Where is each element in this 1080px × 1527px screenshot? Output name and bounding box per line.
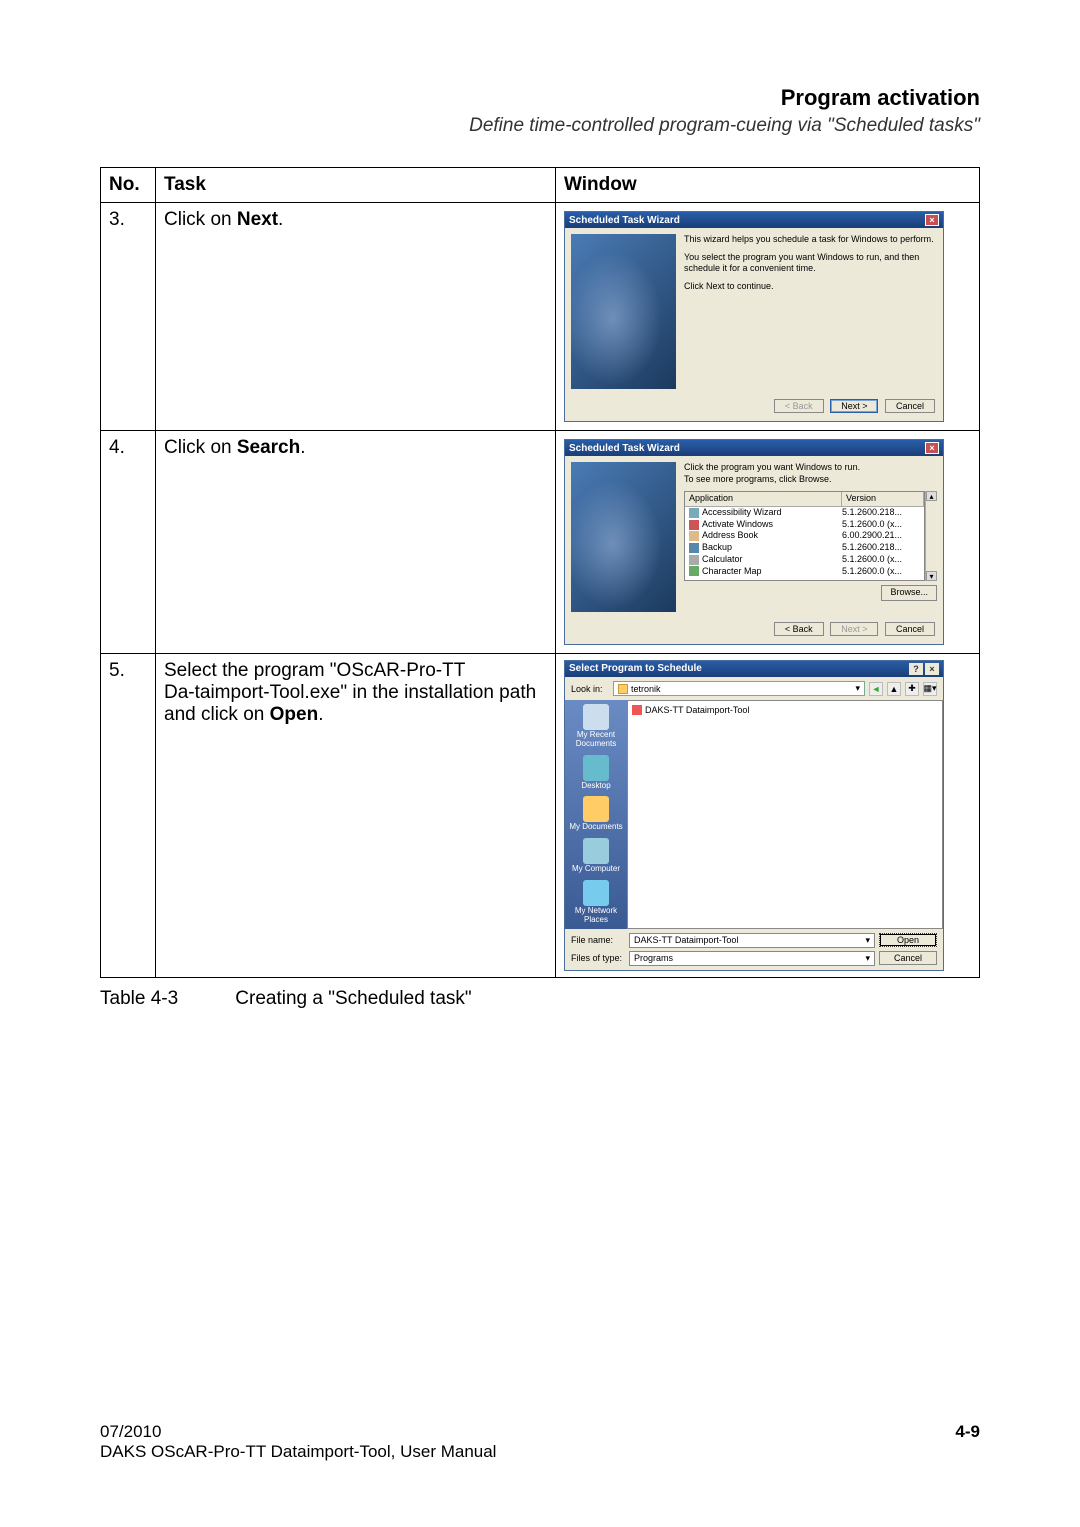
- exe-icon: [632, 705, 642, 715]
- col-task: Task: [156, 168, 556, 203]
- cancel-button[interactable]: Cancel: [885, 399, 935, 413]
- page-number: 4-9: [955, 1422, 980, 1462]
- dialog-title: Scheduled Task Wizard: [569, 215, 680, 226]
- page-footer: 07/2010 DAKS OScAR-Pro-TT Dataimport-Too…: [100, 1422, 980, 1462]
- table-row: 3. Click on Next. Scheduled Task Wizard …: [101, 203, 980, 431]
- back-button: < Back: [774, 399, 824, 413]
- filetype-dropdown[interactable]: Programs▾: [629, 951, 875, 966]
- filetype-label: Files of type:: [571, 953, 625, 963]
- scroll-down-icon[interactable]: ▾: [926, 571, 937, 581]
- step-no: 5.: [101, 654, 156, 978]
- open-button[interactable]: Open: [879, 933, 937, 947]
- next-button[interactable]: Next >: [830, 399, 878, 413]
- col-application: Application: [685, 492, 842, 506]
- scrollbar[interactable]: ▴▾: [925, 491, 937, 581]
- dialog-titlebar: Scheduled Task Wizard ×: [565, 440, 943, 456]
- step-window: Scheduled Task Wizard × Click the progra…: [556, 431, 980, 654]
- close-icon[interactable]: ×: [925, 214, 939, 226]
- app-icon: [689, 531, 699, 541]
- places-item[interactable]: My Network Places: [567, 880, 625, 925]
- desktop-icon: [583, 755, 609, 781]
- wizard-text: This wizard helps you schedule a task fo…: [684, 234, 937, 246]
- program-list[interactable]: Application Version Accessibility Wizard…: [684, 491, 925, 581]
- browse-button[interactable]: Browse...: [881, 585, 937, 601]
- places-bar: My Recent Documents Desktop My Documents…: [565, 700, 627, 929]
- wizard-banner-image: [571, 234, 676, 389]
- view-menu-icon[interactable]: ▦▾: [923, 682, 937, 696]
- new-folder-icon[interactable]: ✚: [905, 682, 919, 696]
- step-window: Select Program to Schedule ?× Look in: t…: [556, 654, 980, 978]
- places-item[interactable]: My Recent Documents: [567, 704, 625, 749]
- cancel-button[interactable]: Cancel: [879, 951, 937, 965]
- wizard-text: Click Next to continue.: [684, 281, 937, 293]
- file-item[interactable]: DAKS-TT Dataimport-Tool: [632, 705, 938, 715]
- table-row: 4. Click on Search. Scheduled Task Wizar…: [101, 431, 980, 654]
- network-icon: [583, 880, 609, 906]
- dialog-titlebar: Select Program to Schedule ?×: [565, 661, 943, 677]
- filename-label: File name:: [571, 935, 625, 945]
- app-icon: [689, 508, 699, 518]
- back-button[interactable]: < Back: [774, 622, 824, 636]
- dialog-titlebar: Scheduled Task Wizard ×: [565, 212, 943, 228]
- scroll-up-icon[interactable]: ▴: [926, 491, 937, 501]
- file-list[interactable]: DAKS-TT Dataimport-Tool: [627, 700, 943, 929]
- table-caption: Table 4-3 Creating a "Scheduled task": [100, 988, 980, 1010]
- wizard-banner-image: [571, 462, 676, 612]
- step-window: Scheduled Task Wizard × This wizard help…: [556, 203, 980, 431]
- next-button: Next >: [830, 622, 878, 636]
- help-icon[interactable]: ?: [909, 663, 923, 675]
- places-item[interactable]: My Computer: [572, 838, 620, 874]
- up-icon[interactable]: ▲: [887, 682, 901, 696]
- dialog-title: Select Program to Schedule: [569, 663, 702, 675]
- wizard-text: You select the program you want Windows …: [684, 252, 937, 275]
- lookin-label: Look in:: [571, 684, 609, 694]
- page-subtitle: Define time-controlled program-cueing vi…: [100, 115, 980, 137]
- wizard-dialog-1: Scheduled Task Wizard × This wizard help…: [564, 211, 944, 422]
- step-no: 3.: [101, 203, 156, 431]
- col-version: Version: [842, 492, 924, 506]
- step-task: Click on Search.: [156, 431, 556, 654]
- step-task: Click on Next.: [156, 203, 556, 431]
- file-open-dialog: Select Program to Schedule ?× Look in: t…: [564, 660, 944, 971]
- table-row: 5. Select the program "OScAR-Pro-TT Da-t…: [101, 654, 980, 978]
- col-window: Window: [556, 168, 980, 203]
- recent-icon: [583, 704, 609, 730]
- cancel-button[interactable]: Cancel: [885, 622, 935, 636]
- app-icon: [689, 543, 699, 553]
- step-task: Select the program "OScAR-Pro-TT Da-taim…: [156, 654, 556, 978]
- app-icon: [689, 520, 699, 530]
- app-icon: [689, 555, 699, 565]
- footer-date: 07/2010: [100, 1422, 496, 1442]
- footer-doc: DAKS OScAR-Pro-TT Dataimport-Tool, User …: [100, 1442, 496, 1462]
- app-icon: [689, 566, 699, 576]
- computer-icon: [583, 838, 609, 864]
- lookin-dropdown[interactable]: tetronik▾: [613, 681, 865, 696]
- wizard-text: Click the program you want Windows to ru…: [684, 462, 937, 485]
- wizard-dialog-2: Scheduled Task Wizard × Click the progra…: [564, 439, 944, 645]
- step-no: 4.: [101, 431, 156, 654]
- places-item[interactable]: My Documents: [569, 796, 622, 832]
- close-icon[interactable]: ×: [925, 663, 939, 675]
- instruction-table: No. Task Window 3. Click on Next. Schedu…: [100, 167, 980, 978]
- places-item[interactable]: Desktop: [581, 755, 610, 791]
- dialog-title: Scheduled Task Wizard: [569, 443, 680, 454]
- back-icon[interactable]: ◄: [869, 682, 883, 696]
- documents-icon: [583, 796, 609, 822]
- close-icon[interactable]: ×: [925, 442, 939, 454]
- folder-icon: [618, 684, 628, 694]
- col-no: No.: [101, 168, 156, 203]
- page-title: Program activation: [100, 85, 980, 111]
- filename-input[interactable]: DAKS-TT Dataimport-Tool▾: [629, 933, 875, 948]
